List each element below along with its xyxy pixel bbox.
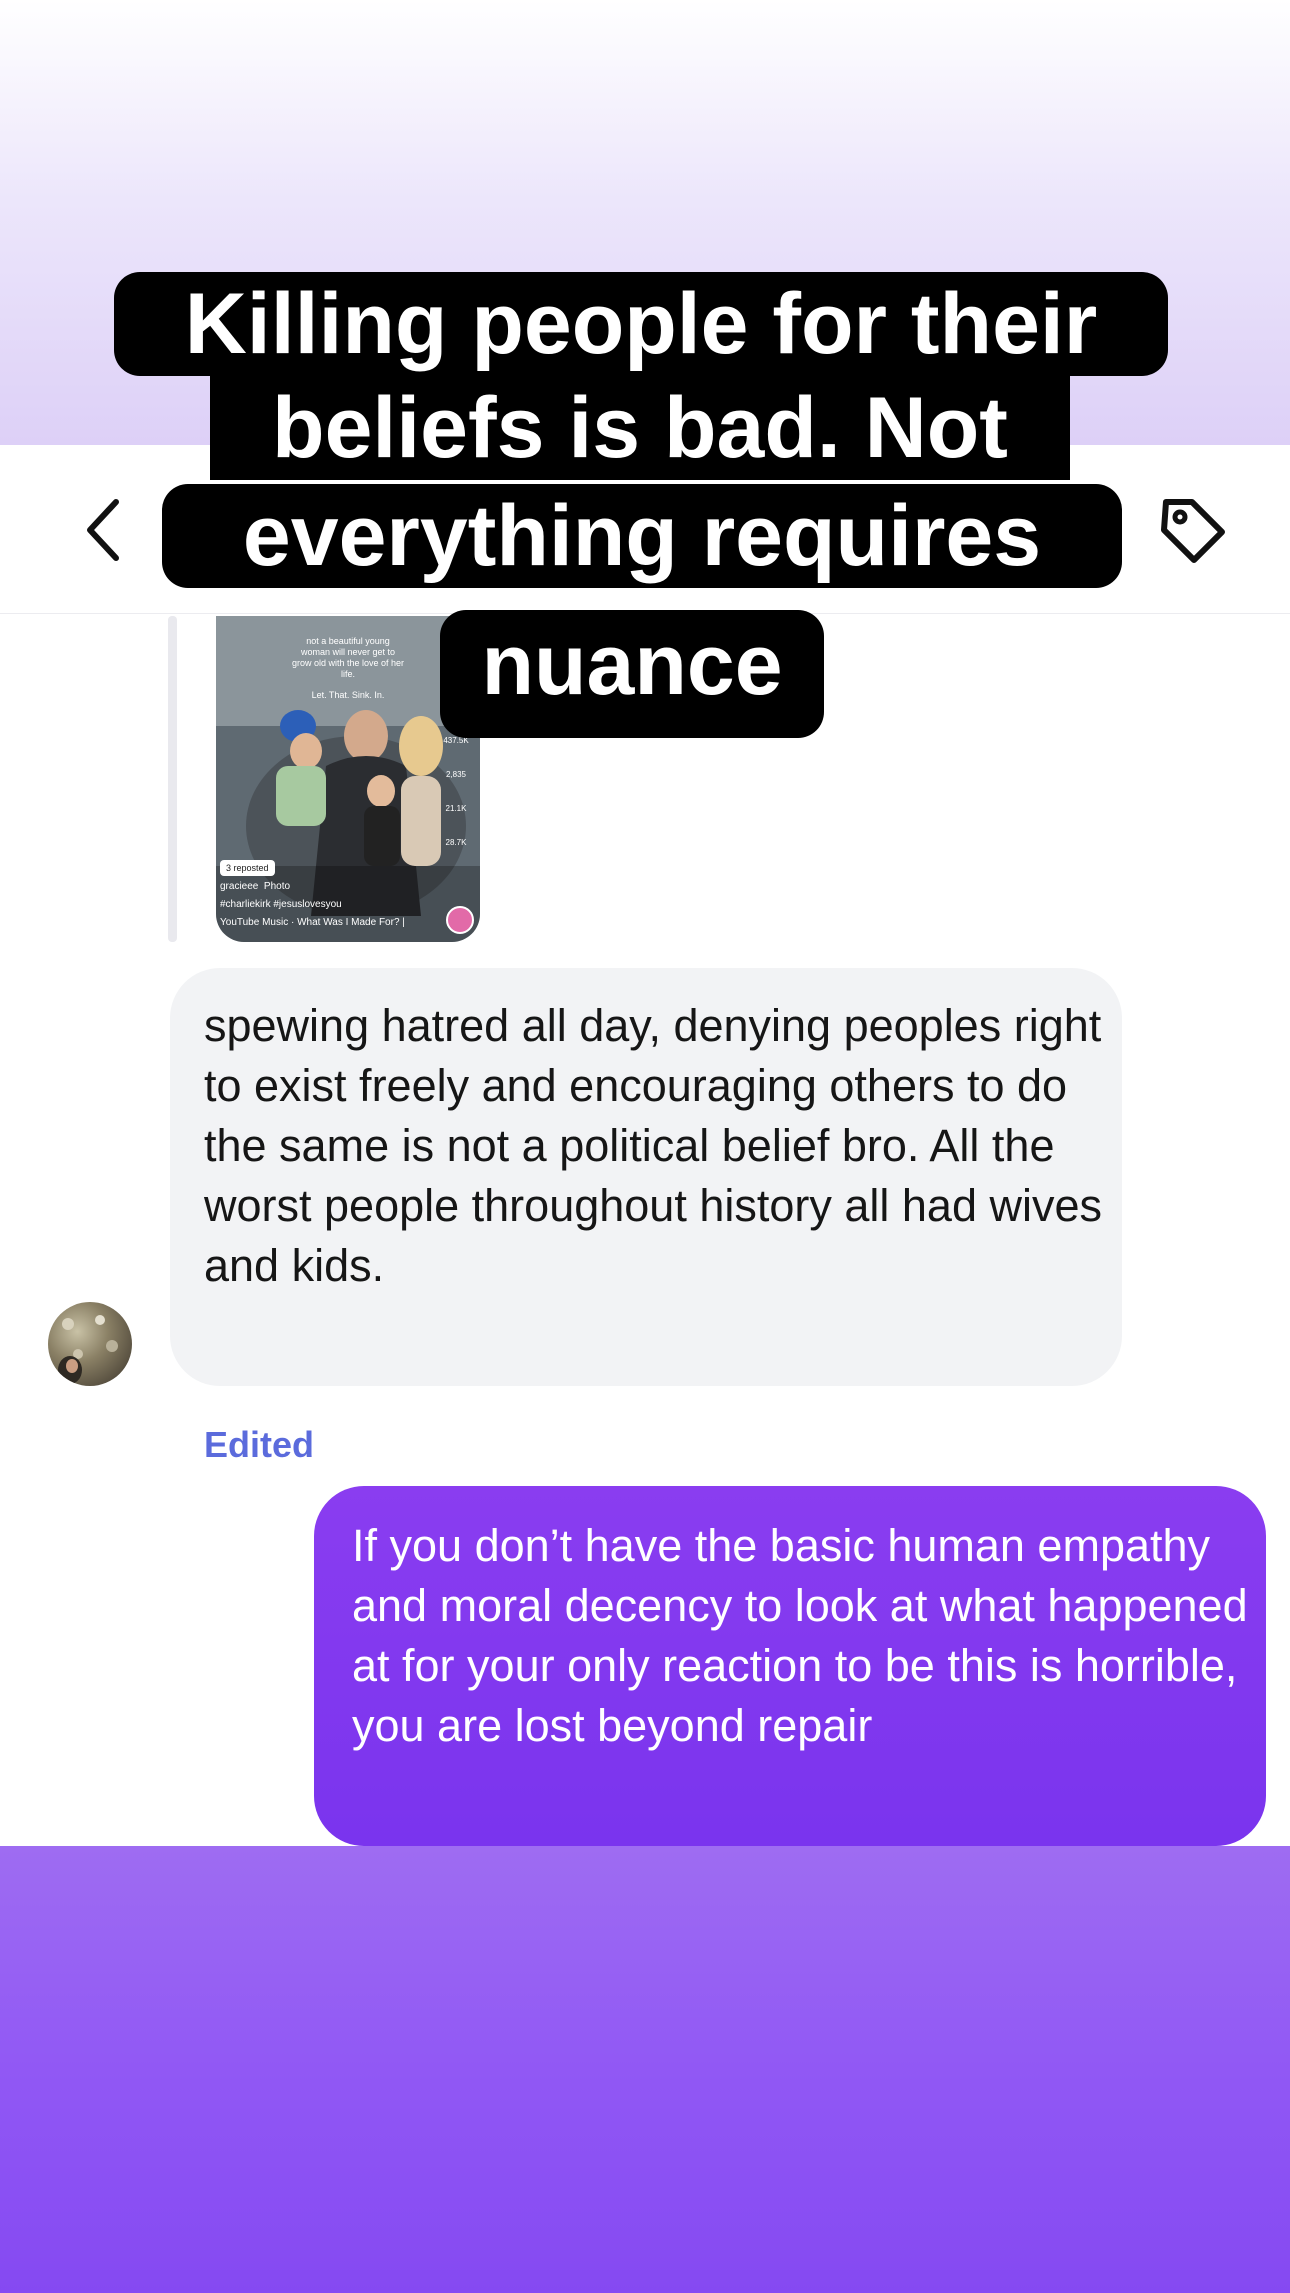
caption-line: grow old with the love of her — [291, 658, 405, 668]
post-type: Photo — [263, 881, 291, 892]
banner-line: everything requires — [162, 484, 1122, 588]
banner-line: Killing people for their — [114, 272, 1168, 376]
banner-line: beliefs is bad. Not — [210, 376, 1070, 480]
caption-line: woman will never get to — [300, 647, 396, 657]
shared-post-stats: 437.5K 2,835 21.1K 28.7K — [436, 736, 476, 872]
post-music: YouTube Music · What Was I Made For? | — [220, 917, 405, 928]
chevron-left-icon[interactable] — [78, 490, 138, 570]
outgoing-message-text: If you don’t have the basic human empath… — [352, 1520, 1248, 1751]
avatar[interactable] — [48, 1302, 132, 1386]
edited-label: Edited — [204, 1424, 315, 1465]
saves-count: 21.1K — [445, 804, 467, 813]
repost-chip: 3 reposted — [220, 860, 275, 876]
tag-icon[interactable] — [1152, 490, 1232, 570]
caption-line: life. — [340, 669, 355, 679]
music-avatar — [446, 906, 474, 934]
avatar-image — [58, 1315, 118, 1384]
incoming-message-text: spewing hatred all day, denying peoples … — [204, 1000, 1103, 1291]
shared-post-overlay: 3 reposted gracieee Photo #charliekirk #… — [220, 860, 476, 932]
comments-count: 2,835 — [445, 770, 467, 779]
post-username: gracieee — [220, 881, 259, 892]
bottom-gradient-background — [0, 1846, 1290, 2293]
reply-thread-line — [168, 616, 177, 942]
post-hashtags: #charliekirk #jesuslovesyou — [220, 899, 342, 910]
caption-line: not a beautiful young — [306, 636, 390, 646]
shares-count: 28.7K — [445, 838, 467, 847]
banner-line: nuance — [440, 610, 824, 738]
